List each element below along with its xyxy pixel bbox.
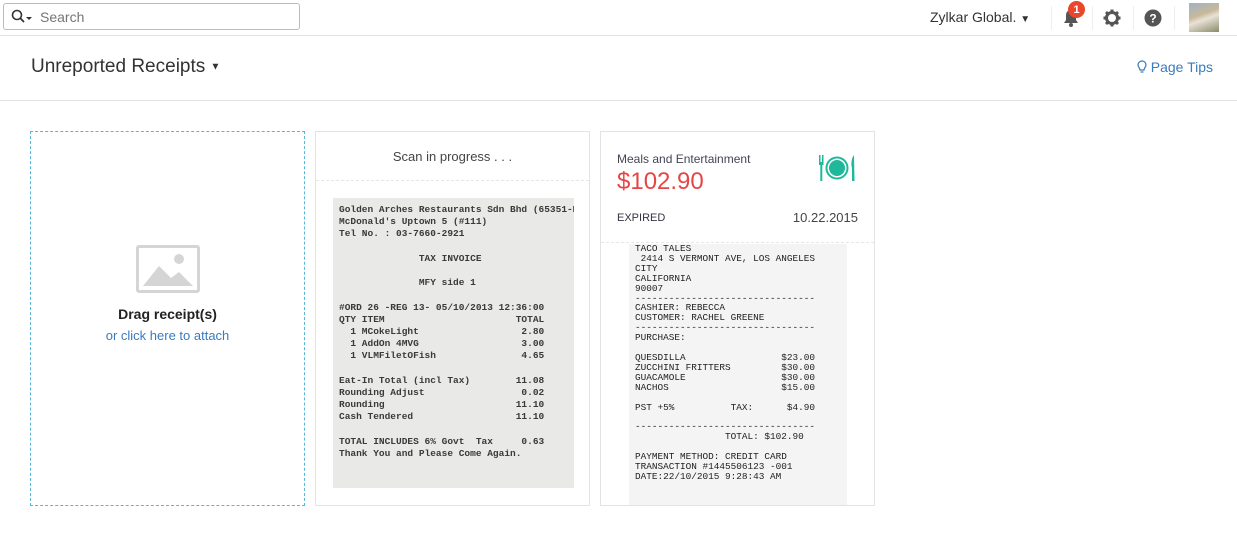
page-title[interactable]: Unreported Receipts ▼ [31, 56, 220, 78]
receipt-card-meals[interactable]: Meals and Entertainment $102.90 EXPIRED … [600, 131, 875, 506]
receipt-image: Golden Arches Restaurants Sdn Bhd (65351… [333, 198, 574, 488]
page-header: Unreported Receipts ▼ Page Tips [0, 36, 1237, 101]
help-icon[interactable]: ? [1143, 8, 1163, 28]
image-placeholder-icon [136, 245, 200, 293]
organization-switcher[interactable]: Zylkar Global. ▼ [930, 9, 1030, 25]
lightbulb-icon [1137, 60, 1147, 73]
divider [1174, 6, 1175, 30]
chevron-down-icon: ▼ [1020, 14, 1031, 25]
gear-icon[interactable] [1102, 8, 1122, 28]
notification-badge: 1 [1068, 1, 1085, 18]
chevron-down-icon: ▼ [210, 61, 221, 73]
page-tips-link[interactable]: Page Tips [1137, 59, 1213, 75]
receipt-card-scanning[interactable]: Scan in progress . . . Golden Arches Res… [315, 131, 590, 506]
receipt-amount: $102.90 [617, 168, 704, 195]
divider [1092, 6, 1093, 30]
divider [1051, 6, 1052, 30]
user-avatar[interactable] [1189, 3, 1219, 32]
search-icon[interactable] [4, 4, 40, 29]
receipt-image: TACO TALES 2414 S VERMONT AVE, LOS ANGEL… [629, 244, 847, 505]
receipt-date: 10.22.2015 [792, 210, 858, 225]
top-bar: Zylkar Global. ▼ 1 ? [0, 0, 1237, 36]
svg-text:?: ? [1149, 12, 1156, 26]
search-input[interactable] [40, 8, 290, 25]
attach-link[interactable]: or click here to attach [31, 328, 304, 343]
drag-receipt-label: Drag receipt(s) [118, 306, 217, 322]
divider [601, 242, 874, 243]
receipt-category: Meals and Entertainment [617, 152, 751, 166]
meals-category-icon [819, 155, 855, 181]
receipt-status: EXPIRED [617, 212, 666, 224]
receipt-drop-zone[interactable]: Drag receipt(s) or click here to attach [30, 131, 305, 506]
divider [1133, 6, 1134, 30]
scan-status: Scan in progress . . . [316, 132, 589, 181]
search-box[interactable] [3, 3, 300, 30]
